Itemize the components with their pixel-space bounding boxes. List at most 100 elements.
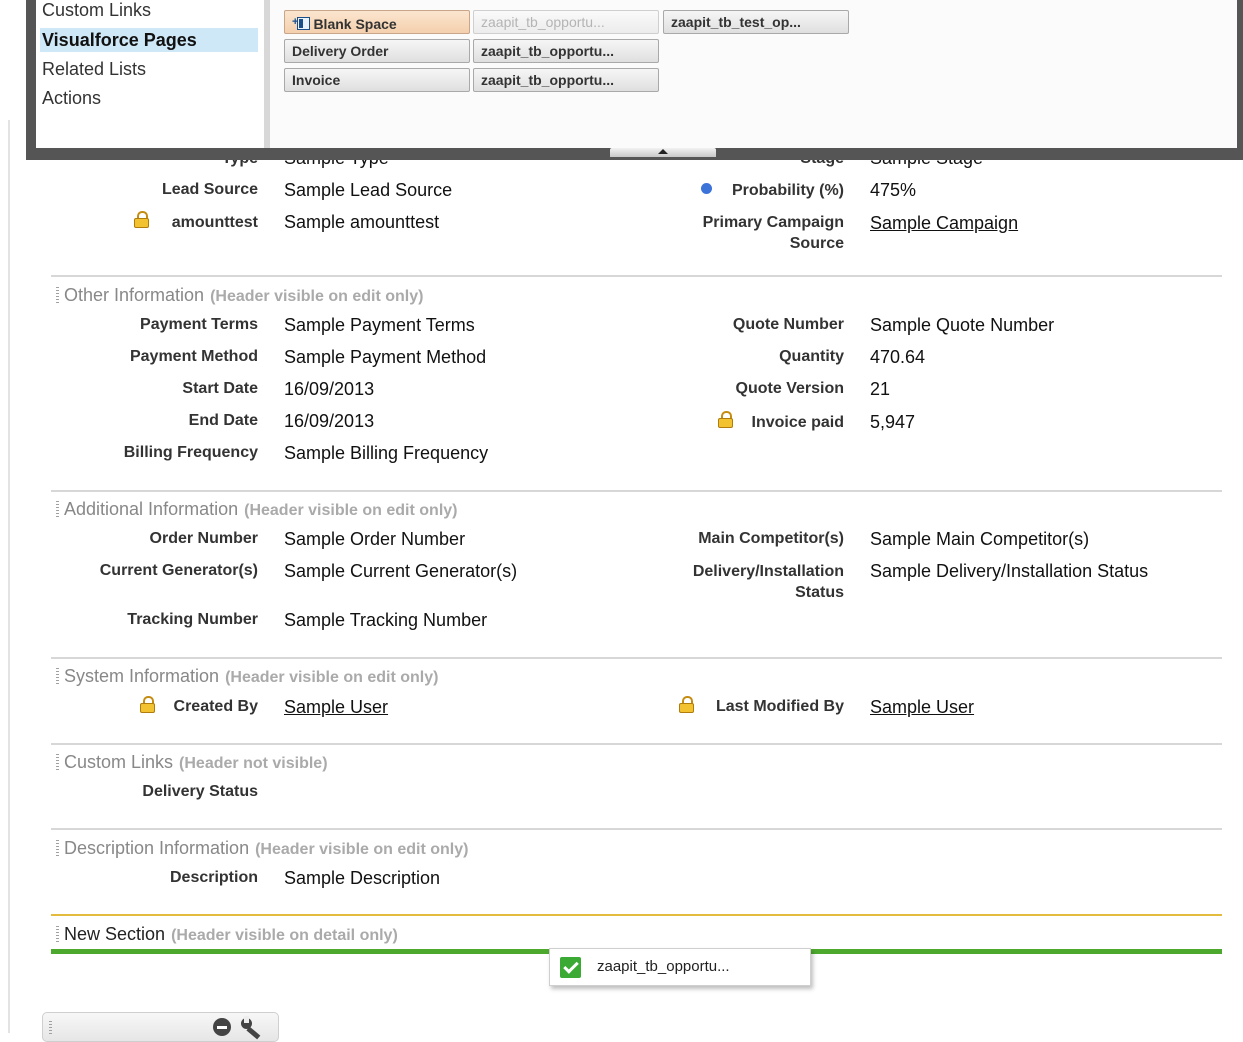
palette-item-vf-disabled[interactable]: zaapit_tb_opportu... xyxy=(473,10,659,34)
palette-item-vf-page-2[interactable]: zaapit_tb_opportu... xyxy=(473,39,659,63)
quote-number-value: Sample Quote Number xyxy=(870,315,1055,335)
billing-frequency-label: Billing Frequency xyxy=(123,444,258,461)
section-divider xyxy=(51,657,1222,659)
section-note: (Header visible on edit only) xyxy=(244,502,458,519)
section-note: (Header visible on edit only) xyxy=(210,288,424,305)
palette-content: Custom Links Visualforce Pages Related L… xyxy=(36,0,1237,148)
drag-grip-icon xyxy=(56,501,59,517)
drag-grip-icon xyxy=(56,926,59,942)
invoice-paid-value: 5,947 xyxy=(870,412,916,432)
drag-grip-icon xyxy=(56,840,59,856)
delivery-label-line-1: Delivery/Installation xyxy=(692,563,844,580)
palette-item-invoice[interactable]: Invoice xyxy=(284,68,470,92)
tracking-number-value: Sample Tracking Number xyxy=(284,610,488,630)
lead-source-label: Lead Source xyxy=(161,181,258,198)
delivery-installation-status-value: Sample Delivery/Installation Status xyxy=(870,561,1149,581)
section-header-other-information[interactable]: Other Information (Header visible on edit… xyxy=(56,285,423,306)
probability-label: Probability (%) xyxy=(731,182,844,199)
drag-grip-icon xyxy=(56,287,59,303)
palette-item-delivery-order[interactable]: Delivery Order xyxy=(284,39,470,63)
probability-value: 475% xyxy=(870,180,917,200)
section-note: (Header visible on edit only) xyxy=(255,841,469,858)
section-note: (Header visible on detail only) xyxy=(171,927,398,944)
payment-terms-value: Sample Payment Terms xyxy=(284,315,475,335)
chevron-up-icon xyxy=(658,149,668,154)
section-divider xyxy=(51,743,1222,745)
section-note: (Header visible on edit only) xyxy=(225,669,439,686)
payment-method-label: Payment Method xyxy=(129,348,258,365)
main-competitors-value: Sample Main Competitor(s) xyxy=(870,529,1090,549)
lock-icon xyxy=(718,411,733,428)
start-date-label: Start Date xyxy=(182,380,258,397)
primary-campaign-link[interactable]: Sample Campaign xyxy=(870,213,1018,234)
last-modified-by-label: Last Modified By xyxy=(715,698,844,715)
category-custom-links[interactable]: Custom Links xyxy=(40,0,258,20)
last-modified-by-link[interactable]: Sample User xyxy=(870,697,974,718)
campaign-label-line-1: Primary Campaign xyxy=(702,214,844,231)
new-section-top-border xyxy=(51,914,1222,916)
quantity-value: 470.64 xyxy=(870,347,926,367)
end-date-label: End Date xyxy=(188,412,258,429)
palette-collapse-handle[interactable] xyxy=(610,148,716,157)
palette-item-vf-page-3[interactable]: zaapit_tb_opportu... xyxy=(473,68,659,92)
campaign-label-line-2: Source xyxy=(789,235,844,252)
section-header-additional-information[interactable]: Additional Information (Header visible on… xyxy=(56,499,457,520)
checkmark-icon xyxy=(560,957,581,978)
amounttest-label: amounttest xyxy=(171,214,258,231)
drag-grip-icon xyxy=(56,668,59,684)
remove-icon[interactable] xyxy=(213,1018,231,1036)
section-header-new-section[interactable]: New Section (Header visible on detail onl… xyxy=(56,924,398,945)
delivery-label-line-2: Status xyxy=(795,584,844,601)
section-title: System Information xyxy=(64,666,220,686)
blank-space-icon xyxy=(297,17,311,30)
main-competitors-label: Main Competitor(s) xyxy=(698,530,844,547)
section-title: Custom Links xyxy=(64,752,174,772)
dragged-visualforce-item[interactable]: zaapit_tb_opportu... xyxy=(549,948,811,986)
wrench-icon[interactable] xyxy=(241,1016,263,1040)
section-title: New Section xyxy=(64,924,166,944)
layout-element-widget[interactable] xyxy=(42,1012,279,1042)
order-number-value: Sample Order Number xyxy=(284,529,466,549)
current-generators-value: Sample Current Generator(s) xyxy=(284,561,518,581)
quantity-label: Quantity xyxy=(779,348,844,365)
lock-icon xyxy=(134,211,149,228)
section-header-custom-links[interactable]: Custom Links (Header not visible) xyxy=(56,752,328,773)
tracking-number-label: Tracking Number xyxy=(127,611,258,628)
category-visualforce-pages[interactable]: Visualforce Pages xyxy=(40,28,258,52)
lead-source-value: Sample Lead Source xyxy=(284,180,453,200)
primary-campaign-source-label: Primary Campaign Source xyxy=(703,212,844,254)
blank-space-label: Blank Space xyxy=(313,16,397,32)
description-value: Sample Description xyxy=(284,868,441,888)
billing-frequency-value: Sample Billing Frequency xyxy=(284,443,489,463)
dragged-item-label: zaapit_tb_opportu... xyxy=(597,958,730,975)
category-actions[interactable]: Actions xyxy=(40,86,258,110)
section-title: Additional Information xyxy=(64,499,239,519)
lock-icon xyxy=(679,696,694,713)
section-divider xyxy=(51,828,1222,830)
section-divider xyxy=(51,490,1222,492)
end-date-value: 16/09/2013 xyxy=(284,411,375,431)
order-number-label: Order Number xyxy=(149,530,258,547)
amounttest-value: Sample amounttest xyxy=(284,212,440,232)
created-by-link[interactable]: Sample User xyxy=(284,697,388,718)
quote-version-label: Quote Version xyxy=(735,380,844,397)
delivery-status-link-label[interactable]: Delivery Status xyxy=(142,783,258,801)
section-note: (Header not visible) xyxy=(179,755,328,772)
payment-method-value: Sample Payment Method xyxy=(284,347,487,367)
category-related-lists[interactable]: Related Lists xyxy=(40,57,258,81)
quote-number-label: Quote Number xyxy=(732,316,844,333)
palette-category-list: Custom Links Visualforce Pages Related L… xyxy=(36,0,270,148)
drag-grip-icon xyxy=(56,754,59,770)
section-header-description-information[interactable]: Description Information (Header visible o… xyxy=(56,838,468,859)
section-header-system-information[interactable]: System Information (Header visible on edi… xyxy=(56,666,438,687)
palette-item-blank-space[interactable]: + Blank Space xyxy=(284,10,470,34)
required-dot-icon xyxy=(701,183,712,194)
current-generators-label: Current Generator(s) xyxy=(99,562,258,579)
created-by-label: Created By xyxy=(173,698,258,715)
lock-icon xyxy=(140,696,155,713)
section-title: Description Information xyxy=(64,838,250,858)
palette-item-vf-test[interactable]: zaapit_tb_test_op... xyxy=(663,10,849,34)
start-date-value: 16/09/2013 xyxy=(284,379,375,399)
payment-terms-label: Payment Terms xyxy=(140,316,258,333)
section-title: Other Information xyxy=(64,285,205,305)
